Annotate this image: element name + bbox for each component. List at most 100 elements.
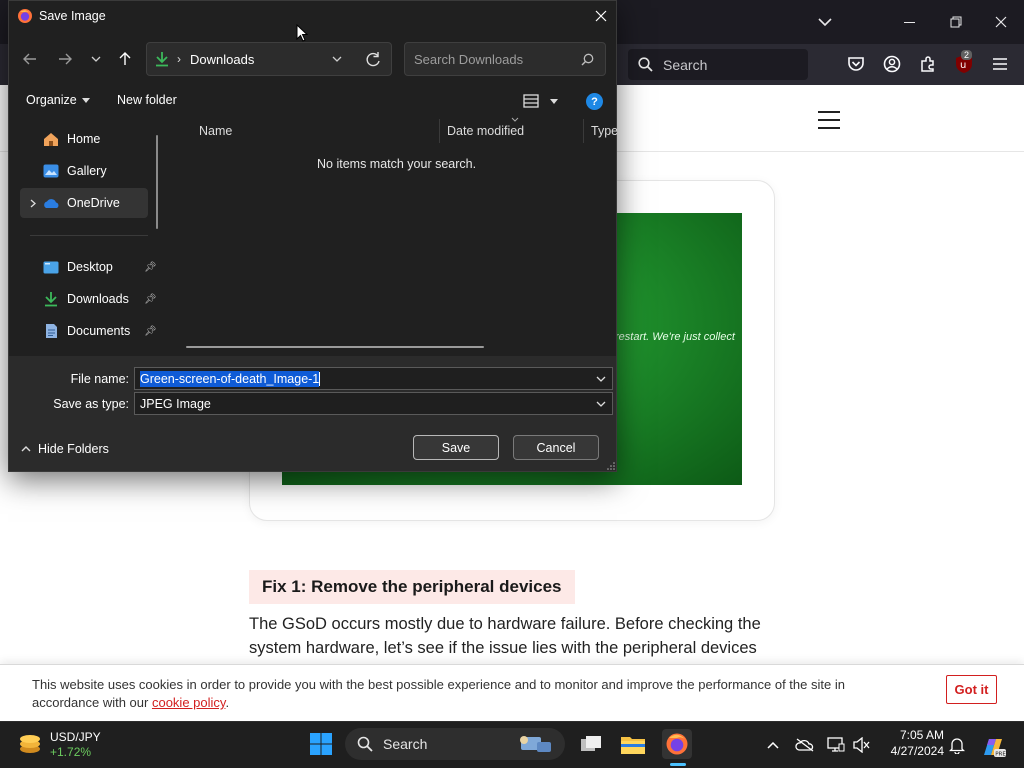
svg-text:u: u xyxy=(960,60,966,71)
recent-locations-button[interactable] xyxy=(84,47,108,71)
save-button[interactable]: Save xyxy=(413,435,499,460)
onedrive-tray-button[interactable] xyxy=(794,734,816,756)
nav-item-gallery[interactable]: Gallery xyxy=(20,156,148,186)
nav-pane-scrollbar[interactable] xyxy=(156,135,158,229)
firefox-taskbar-button[interactable] xyxy=(662,729,692,759)
cancel-button[interactable]: Cancel xyxy=(513,435,599,460)
help-button[interactable]: ? xyxy=(586,93,603,110)
organize-button[interactable]: Organize xyxy=(26,93,90,107)
column-header-name[interactable]: Name xyxy=(191,121,441,141)
forward-button[interactable] xyxy=(53,47,77,71)
show-hidden-icons-button[interactable] xyxy=(762,734,784,756)
notifications-button[interactable] xyxy=(946,734,968,756)
column-header-type[interactable]: Type xyxy=(583,121,617,141)
taskbar-search-label: Search xyxy=(383,736,428,752)
expand-chevron-icon[interactable] xyxy=(30,199,36,208)
dialog-search-input[interactable]: Search Downloads xyxy=(404,42,606,76)
nav-item-documents[interactable]: Documents 📌︎ xyxy=(20,316,157,346)
new-folder-label: New folder xyxy=(117,93,177,107)
mouse-cursor-icon xyxy=(296,24,308,42)
nav-item-label: OneDrive xyxy=(67,196,120,210)
taskbar-search[interactable]: Search xyxy=(345,728,565,760)
search-icon xyxy=(638,57,653,72)
column-header-date-modified[interactable]: Date modified xyxy=(439,117,583,141)
firefox-icon xyxy=(18,9,32,23)
menu-line xyxy=(818,127,840,129)
file-name-input[interactable]: Green-screen-of-death_Image-1 xyxy=(134,367,613,390)
pin-icon: 📌︎ xyxy=(144,261,157,273)
nav-item-desktop[interactable]: Desktop 📌︎ xyxy=(20,252,157,282)
new-folder-button[interactable]: New folder xyxy=(117,93,177,107)
search-icon xyxy=(357,736,373,752)
restore-icon xyxy=(950,16,962,28)
close-window-button[interactable] xyxy=(985,0,1017,44)
caret-down-icon xyxy=(550,98,558,104)
clock[interactable]: 7:05 AM 4/27/2024 xyxy=(878,728,944,762)
hide-folders-label: Hide Folders xyxy=(38,442,109,456)
start-button[interactable] xyxy=(306,729,336,759)
close-icon xyxy=(595,10,607,22)
column-header-label: Name xyxy=(199,124,233,138)
minimize-button[interactable] xyxy=(893,0,925,44)
cookie-text-end: . xyxy=(225,695,230,710)
chevron-down-icon[interactable] xyxy=(332,56,342,62)
extensions-button[interactable] xyxy=(915,51,941,77)
onedrive-offline-icon xyxy=(795,738,814,752)
app-menu-button[interactable] xyxy=(987,51,1013,77)
browser-search-box[interactable]: Search xyxy=(628,49,808,80)
file-name-value: Green-screen-of-death_Image-1 xyxy=(140,370,320,387)
search-highlight-icon xyxy=(520,736,551,752)
dialog-close-button[interactable] xyxy=(589,5,613,27)
view-options-button[interactable] xyxy=(523,94,558,108)
nav-item-label: Gallery xyxy=(67,164,107,178)
display-tray-button[interactable] xyxy=(825,734,847,756)
address-folder-label: Downloads xyxy=(190,51,255,67)
resize-grip-icon[interactable] xyxy=(607,462,615,470)
navigation-pane: Home Gallery OneDrive Desktop 📌︎ Downloa… xyxy=(10,119,166,355)
account-button[interactable] xyxy=(879,51,905,77)
nav-divider xyxy=(30,235,148,236)
file-list-scrollbar[interactable] xyxy=(186,346,484,348)
nav-item-downloads[interactable]: Downloads 📌︎ xyxy=(20,284,157,314)
site-menu-button[interactable] xyxy=(818,111,840,129)
copilot-button[interactable]: PRE xyxy=(980,734,1006,760)
pocket-button[interactable] xyxy=(843,51,869,77)
got-it-button[interactable]: Got it xyxy=(946,675,997,704)
firefox-icon xyxy=(666,733,688,755)
speaker-muted-icon xyxy=(853,737,870,753)
sort-chevron-icon xyxy=(511,117,519,122)
menu-line xyxy=(818,111,840,113)
home-icon xyxy=(42,130,60,148)
nav-item-label: Downloads xyxy=(67,292,129,306)
details-view-icon xyxy=(523,94,539,108)
hamburger-menu-icon xyxy=(993,58,1007,70)
volume-tray-button[interactable] xyxy=(851,734,873,756)
hide-folders-button[interactable]: Hide Folders xyxy=(21,442,109,456)
chevron-down-icon xyxy=(818,17,832,26)
clock-time: 7:05 AM xyxy=(899,728,944,742)
puzzle-icon xyxy=(921,56,934,72)
file-explorer-button[interactable] xyxy=(618,729,648,759)
list-all-tabs-button[interactable] xyxy=(812,10,838,34)
refresh-icon xyxy=(366,52,380,67)
task-view-button[interactable] xyxy=(576,729,606,759)
ticker-change: +1.72% xyxy=(50,745,92,759)
file-name-label: File name: xyxy=(70,372,129,386)
address-bar[interactable]: › Downloads xyxy=(146,42,392,76)
article-line: system hardware, let’s see if the issue … xyxy=(249,639,757,657)
article-line: The GSoD occurs mostly due to hardware f… xyxy=(249,615,761,633)
back-button[interactable] xyxy=(18,47,42,71)
chevron-down-icon[interactable] xyxy=(596,376,606,382)
up-button[interactable] xyxy=(113,47,137,71)
refresh-button[interactable] xyxy=(362,48,384,70)
restore-button[interactable] xyxy=(940,0,972,44)
nav-item-label: Documents xyxy=(67,324,131,338)
nav-item-label: Desktop xyxy=(67,260,113,274)
gallery-icon xyxy=(42,162,60,180)
cookie-policy-link[interactable]: cookie policy xyxy=(152,695,225,710)
nav-item-onedrive[interactable]: OneDrive xyxy=(20,188,148,218)
weather-ticker-widget[interactable]: USD/JPY +1.72% xyxy=(14,728,114,762)
pin-icon: 📌︎ xyxy=(144,293,157,305)
save-as-type-select[interactable]: JPEG Image xyxy=(134,392,613,415)
nav-item-home[interactable]: Home xyxy=(20,124,148,154)
